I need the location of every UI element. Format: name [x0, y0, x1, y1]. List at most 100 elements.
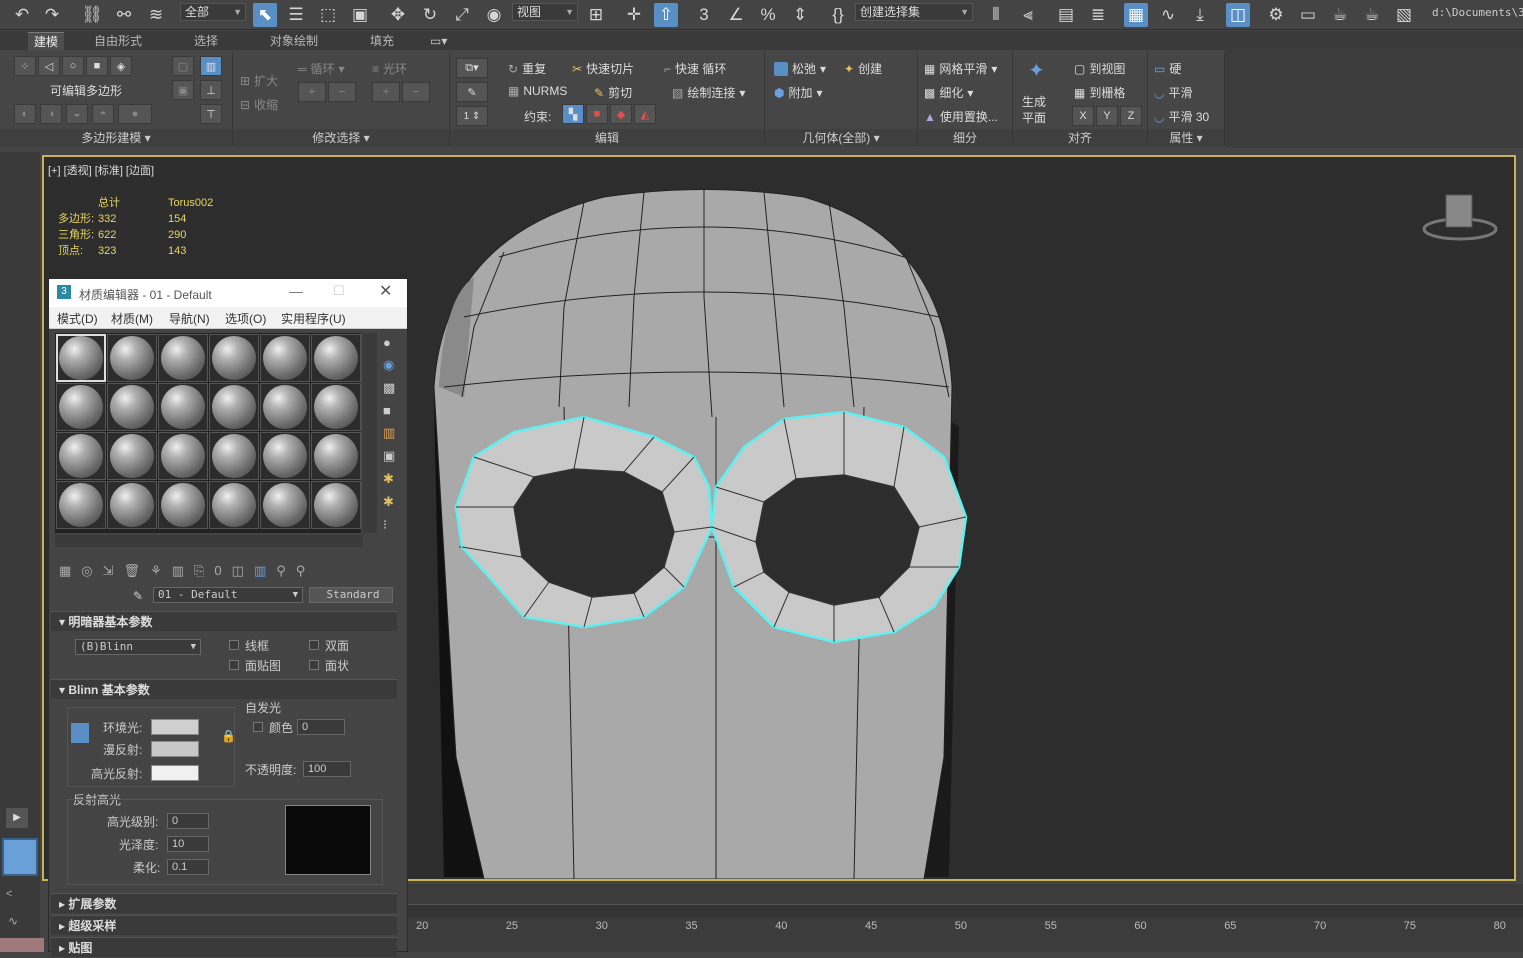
material-slot[interactable] [107, 334, 157, 382]
use-stack-icon[interactable]: ▢ [172, 56, 194, 76]
render-setup-icon[interactable]: ⚙ [1264, 3, 1288, 27]
constraint-edge-icon[interactable]: ■ [586, 104, 608, 124]
tab-freeform[interactable]: 自由形式 [88, 32, 148, 50]
attach-button[interactable]: ⬢ 附加 ▾ [774, 84, 823, 101]
window-crossing-icon[interactable]: ▣ [348, 3, 372, 27]
preview-anim-icon[interactable]: ▣ [383, 448, 395, 464]
assign-to-selection-icon[interactable]: ⇲ [103, 563, 114, 579]
material-type-button[interactable]: Standard [309, 587, 393, 603]
selection-filter-dropdown[interactable]: 全部 ▼ [180, 3, 246, 21]
uv-tiling-icon[interactable]: ■ [383, 403, 395, 418]
preview-spinner[interactable]: 1 ⇕ [456, 106, 488, 126]
preserve-uv-icon[interactable]: ● [118, 104, 152, 124]
lock-icon[interactable]: 🔒 [221, 729, 236, 743]
faceted-checkbox[interactable]: 面状 [309, 657, 349, 674]
next-modifier-icon[interactable]: ◑ [40, 104, 62, 124]
tab-populate[interactable]: 填充 [364, 32, 400, 50]
material-slot[interactable] [56, 481, 106, 529]
constraint-face-icon[interactable]: ◆ [610, 104, 632, 124]
undo-icon[interactable]: ↶ [10, 3, 34, 27]
ignore-backfacing-icon[interactable]: ▣ [172, 80, 194, 100]
shader-type-dropdown[interactable]: (B)Blinn ▼ [75, 639, 201, 655]
hard-button[interactable]: ▭ 硬 [1154, 60, 1181, 77]
preview-icon[interactable]: ⧉▾ [456, 58, 488, 78]
unlink-icon[interactable]: ⚯ [112, 3, 136, 27]
wire-checkbox[interactable]: 线框 [229, 637, 269, 654]
go-to-parent-icon[interactable]: ⚲ [276, 563, 286, 579]
show-end-result-icon[interactable]: ◒ [66, 104, 88, 124]
element-mode-icon[interactable]: ◈ [110, 56, 132, 76]
loop-minus-icon[interactable]: − [328, 82, 356, 102]
edge-mode-icon[interactable]: ◁ [38, 56, 60, 76]
material-slot[interactable] [56, 432, 106, 480]
minimize-icon[interactable]: — [289, 283, 303, 299]
align-z-button[interactable]: Z [1120, 106, 1142, 126]
tab-modeling[interactable]: 建模 [28, 32, 65, 50]
menu-material[interactable]: 材质(M) [111, 310, 153, 327]
panel-align[interactable]: 对齐 [1013, 129, 1147, 147]
material-slot[interactable] [209, 334, 259, 382]
material-slot[interactable] [260, 481, 310, 529]
show-end-result-icon[interactable]: ▥ [254, 563, 266, 579]
go-forward-icon[interactable]: ⚲ [296, 563, 306, 579]
align-y-button[interactable]: Y [1096, 106, 1118, 126]
create-button[interactable]: ✦ 创建 [844, 60, 882, 77]
smooth-button[interactable]: ◡ 平滑 [1154, 84, 1193, 101]
ring-minus-icon[interactable]: − [402, 82, 430, 102]
angle-snap-icon[interactable]: ∠ [724, 3, 748, 27]
collapse-left-icon[interactable]: < [6, 888, 12, 900]
reset-map-icon[interactable]: 🗑 [124, 563, 141, 579]
blinn-params-header[interactable]: ▾ Blinn 基本参数 [51, 679, 397, 699]
configure-icon[interactable]: ⊤ [200, 104, 222, 124]
schematic-view-icon[interactable]: ◫ [1226, 3, 1250, 27]
select-by-material-icon[interactable]: ✱ [383, 494, 395, 510]
menu-navigation[interactable]: 导航(N) [169, 310, 210, 327]
panel-subdivision[interactable]: 细分 [918, 129, 1012, 147]
scale-icon[interactable]: ⤢ [450, 3, 474, 27]
loop-plus-icon[interactable]: + [298, 82, 326, 102]
viewcube[interactable] [1422, 194, 1498, 241]
material-editor-titlebar[interactable]: 3 材质编辑器 - 01 - Default — ☐ ✕ [49, 279, 407, 307]
soften-spinner[interactable]: 0.1 [167, 859, 209, 875]
swiftloop-button[interactable]: ⌐ 快速 循环 [664, 60, 726, 77]
tab-selection[interactable]: 选择 [188, 32, 224, 50]
maps-header[interactable]: ▸ 贴图 [51, 937, 397, 957]
material-slot[interactable] [107, 383, 157, 431]
self-illum-spinner[interactable]: 0 [297, 719, 345, 735]
color-check-icon[interactable]: ▥ [383, 425, 395, 441]
bind-spacewarp-icon[interactable]: ≋ [144, 3, 168, 27]
panel-poly-modeling[interactable]: 多边形建模 ▾ [0, 129, 232, 147]
backlight-icon[interactable]: ◉ [383, 357, 395, 373]
ring-plus-icon[interactable]: + [372, 82, 400, 102]
render-production-icon[interactable]: ☕ [1328, 3, 1352, 27]
menu-utilities[interactable]: 实用程序(U) [281, 310, 346, 327]
rect-selection-icon[interactable]: ⬚ [316, 3, 340, 27]
repeat-button[interactable]: ↻ 重复 [508, 60, 546, 77]
redo-icon[interactable]: ↷ [40, 3, 64, 27]
material-slot[interactable] [209, 432, 259, 480]
polygon-mode-icon[interactable]: ■ [86, 56, 108, 76]
pivot-icon[interactable]: ⊞ [584, 3, 608, 27]
play-icon[interactable]: ▶ [6, 808, 28, 828]
material-slot[interactable] [158, 432, 208, 480]
curve-editor-icon[interactable]: ∿ [1156, 3, 1180, 27]
snap-3d-icon[interactable]: 3 [692, 3, 716, 27]
menu-options[interactable]: 选项(O) [225, 310, 266, 327]
maximize-icon[interactable]: ☐ [333, 283, 345, 299]
percent-snap-icon[interactable]: % [756, 3, 780, 27]
extended-params-header[interactable]: ▸ 扩展参数 [51, 893, 397, 913]
curve-mini-icon[interactable]: ∿ [8, 914, 18, 928]
constraint-normal-icon[interactable]: ◭ [634, 104, 656, 124]
select-by-name-icon[interactable]: ☰ [284, 3, 308, 27]
material-slot[interactable] [158, 481, 208, 529]
self-illum-color-checkbox[interactable]: 颜色 [253, 719, 293, 736]
timeline[interactable]: 20 25 30 35 40 45 50 55 60 65 70 75 80 [408, 884, 1523, 952]
material-slot[interactable] [56, 334, 106, 382]
panel-modify-selection[interactable]: 修改选择 ▾ [233, 129, 449, 147]
ribbon-options-icon[interactable]: ▭▾ [424, 32, 453, 50]
close-icon[interactable]: ✕ [379, 281, 392, 301]
loop-button[interactable]: ═ 循环 ▾ [298, 60, 345, 77]
smooth30-button[interactable]: ◡ 平滑 30 [1154, 108, 1209, 125]
get-material-icon[interactable]: ▦ [59, 563, 71, 579]
quickslice-button[interactable]: ✂ 快速切片 [572, 60, 634, 77]
